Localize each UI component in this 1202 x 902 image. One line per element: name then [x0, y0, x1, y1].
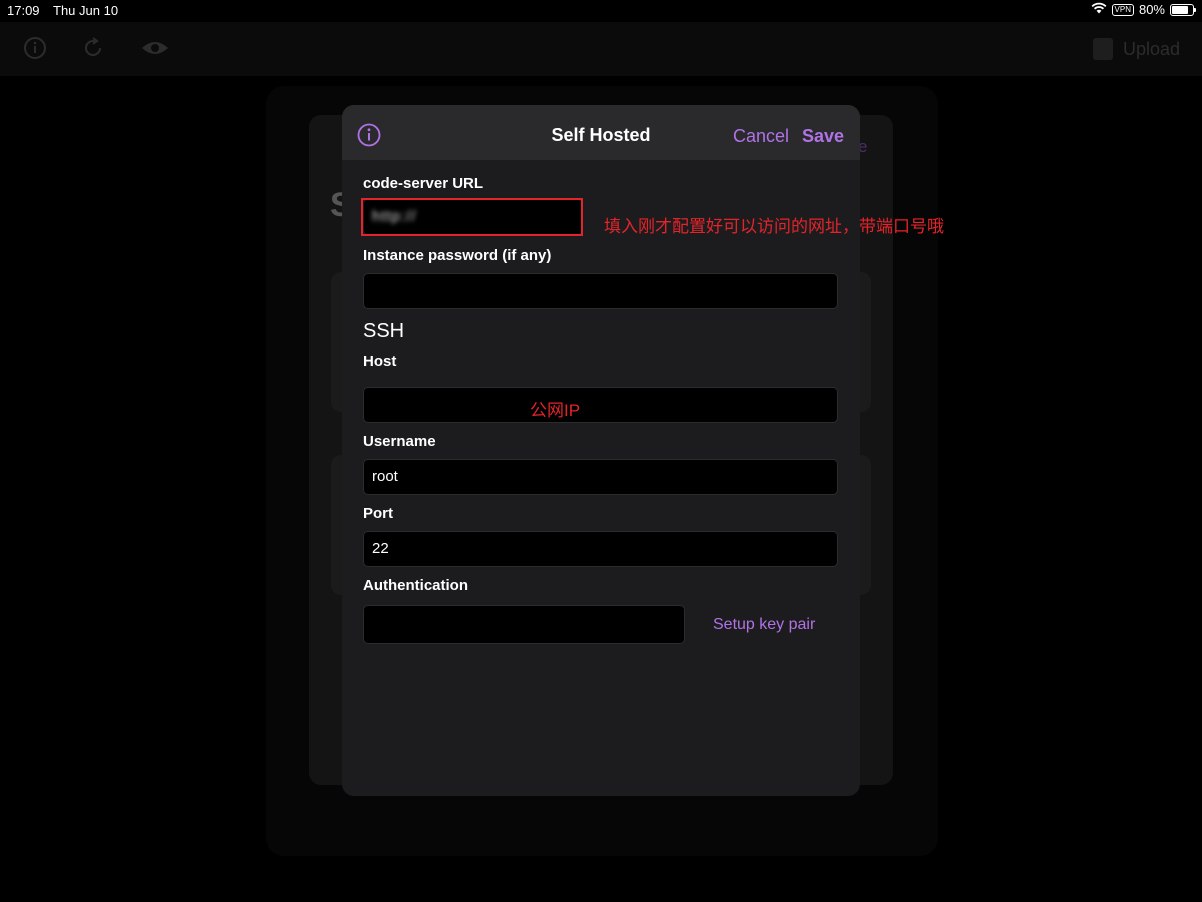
port-field[interactable]: 22	[363, 531, 838, 567]
annotation-host-note: 公网IP	[530, 401, 581, 420]
cancel-button[interactable]: Cancel	[733, 126, 789, 147]
upload-icon	[1092, 38, 1113, 60]
status-time: 17:09	[7, 3, 40, 18]
annotation-highlight-box	[361, 198, 583, 236]
annotation-url-note: 填入刚才配置好可以访问的网址，带端口号哦	[604, 217, 944, 236]
port-value: 22	[372, 540, 389, 557]
password-label: Instance password (if any)	[363, 247, 552, 264]
modal-header: Self Hosted Cancel Save	[342, 105, 860, 160]
save-button[interactable]: Save	[802, 126, 844, 147]
authentication-field[interactable]	[363, 605, 685, 644]
username-value: root	[372, 468, 398, 485]
username-field[interactable]: root	[363, 459, 838, 495]
info-icon	[23, 36, 47, 60]
host-field[interactable]	[363, 387, 838, 423]
battery-icon	[1170, 3, 1196, 16]
host-label: Host	[363, 353, 397, 370]
wifi-icon	[1091, 2, 1107, 17]
background-toolbar: Upload	[0, 22, 1202, 76]
background-upload: Upload	[1092, 38, 1180, 60]
status-indicators: VPN 80%	[1091, 2, 1196, 17]
eye-icon	[140, 36, 170, 60]
battery-percent: 80%	[1138, 2, 1165, 17]
reload-icon	[81, 36, 105, 60]
vpn-badge: VPN	[1111, 3, 1134, 16]
username-label: Username	[363, 433, 436, 450]
status-bar: 17:09 Thu Jun 10 VPN 80%	[0, 0, 1202, 22]
ssh-section-title: SSH	[363, 320, 405, 342]
password-field[interactable]	[363, 273, 838, 309]
port-label: Port	[363, 505, 393, 522]
setup-key-pair-link[interactable]: Setup key pair	[713, 616, 815, 634]
authentication-label: Authentication	[363, 577, 468, 594]
upload-label: Upload	[1122, 38, 1180, 59]
status-date: Thu Jun 10	[53, 3, 119, 18]
url-label: code-server URL	[363, 175, 484, 192]
